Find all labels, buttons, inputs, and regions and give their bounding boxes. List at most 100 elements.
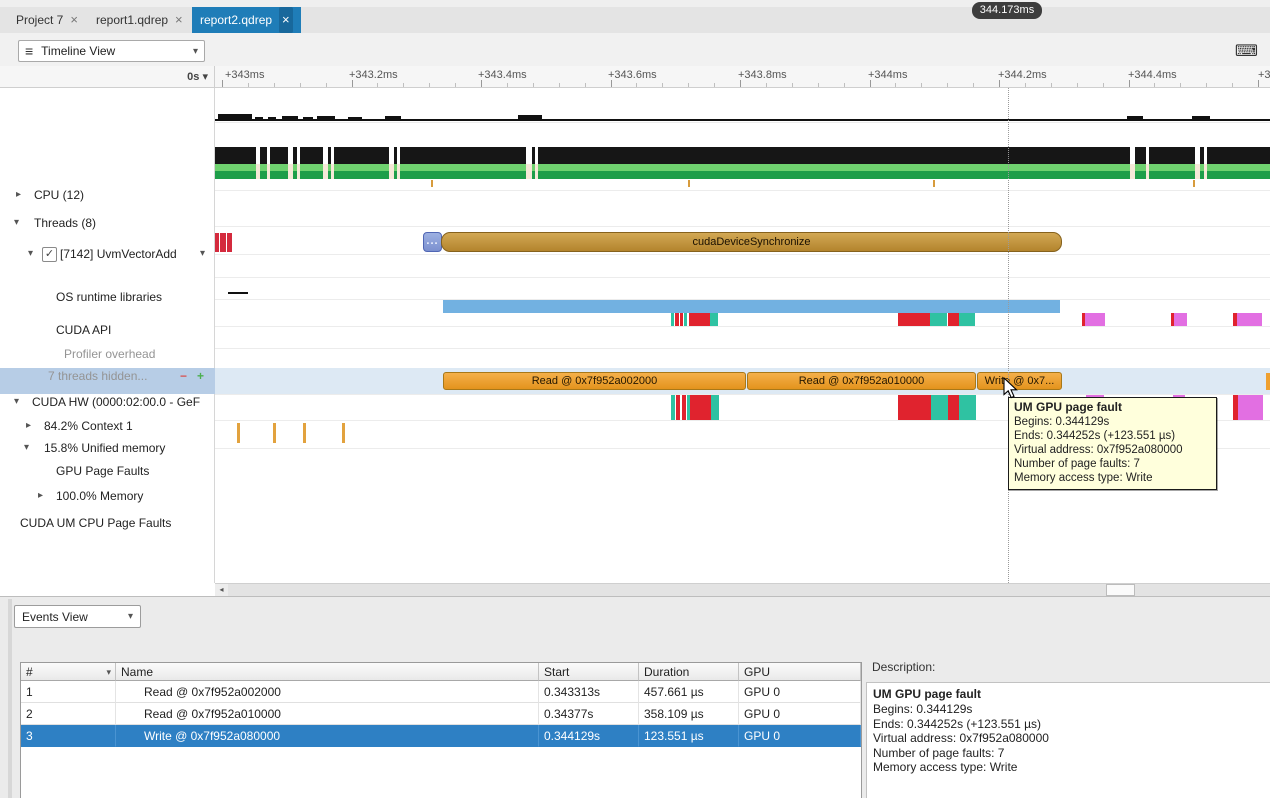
sidebar-item-threads-8[interactable]: ▾Threads (8) xyxy=(0,215,214,231)
sidebar-item-cuda-api[interactable]: CUDA API xyxy=(0,322,214,338)
thread-checkbox[interactable]: ✓ xyxy=(42,247,57,262)
ruler-tick-mark xyxy=(1154,83,1155,87)
table-cell[interactable]: Read @ 0x7f952a010000 xyxy=(116,703,539,725)
ruler-tick-mark xyxy=(377,83,378,87)
timeline-canvas[interactable]: ...cudaDeviceSynchronize Read @ 0x7f952a0… xyxy=(215,88,1270,583)
sidebar-item-100-0-memory[interactable]: ▸100.0% Memory xyxy=(0,488,214,504)
ruler-tick-label: +343.6ms xyxy=(608,69,657,81)
events-view-selector[interactable]: Events View ▾ xyxy=(14,605,141,628)
timeline-event-bar[interactable]: ... xyxy=(423,232,442,252)
table-cell[interactable]: 0.344129s xyxy=(539,725,639,747)
timeline-segment xyxy=(317,116,335,121)
scroll-left-arrow-icon[interactable]: ◂ xyxy=(215,584,228,596)
sidebar-item-profiler-overhead[interactable]: Profiler overhead xyxy=(0,346,214,362)
remove-threads-icon[interactable]: − xyxy=(180,368,187,384)
timeline-view-selector[interactable]: ≡ Timeline View ▾ xyxy=(18,40,205,62)
sidebar-item-15-8-unified-memory[interactable]: ▾15.8% Unified memory xyxy=(0,440,214,456)
ruler-tick-mark xyxy=(1051,83,1052,87)
sidebar-item-7142-uvmvectoradd[interactable]: ▾✓[7142] UvmVectorAdd▾ xyxy=(0,246,214,262)
column-header-duration[interactable]: Duration xyxy=(639,663,739,681)
table-cell[interactable]: 123.551 µs xyxy=(639,725,739,747)
ruler-tick-mark xyxy=(1025,83,1026,87)
tree-expand-icon[interactable]: ▸ xyxy=(38,488,43,504)
tree-collapse-icon[interactable]: ▾ xyxy=(24,440,29,456)
table-cell[interactable]: 1 xyxy=(21,681,116,703)
nsight-systems-window: Project 7 × report1.qdrep× report2.qdrep×… xyxy=(0,0,1270,798)
scrollbar-thumb[interactable] xyxy=(1106,584,1135,596)
chevron-down-icon[interactable]: ▾ xyxy=(200,246,205,262)
sort-indicator-icon[interactable]: ▾ xyxy=(106,663,111,681)
table-cell[interactable]: Write @ 0x7f952a080000 xyxy=(116,725,539,747)
keyboard-icon[interactable]: ⌨ xyxy=(1235,41,1258,61)
ruler-tick-mark xyxy=(999,80,1000,87)
sidebar-item-label: CPU (12) xyxy=(34,187,84,203)
sidebar-item-cuda-um-cpu-page-faults[interactable]: CUDA UM CPU Page Faults xyxy=(0,515,214,531)
tab-label: Project 7 xyxy=(16,13,63,27)
timeline-segment xyxy=(397,147,400,164)
ruler-tick-mark xyxy=(300,83,301,87)
timeline-event-bar[interactable]: Read @ 0x7f952a010000 xyxy=(747,372,976,390)
sidebar-item-label: CUDA API xyxy=(56,322,111,338)
table-cell[interactable]: 0.34377s xyxy=(539,703,639,725)
timeline-segment xyxy=(710,313,718,326)
ruler-tick-mark xyxy=(326,83,327,87)
column-header-[interactable]: #▾ xyxy=(21,663,116,681)
sidebar-item-7-threads-hidden[interactable]: 7 threads hidden...−+ xyxy=(0,368,214,384)
ruler-tick-mark xyxy=(1103,83,1104,87)
page-fault-tooltip: UM GPU page fault Begins: 0.344129sEnds:… xyxy=(1008,397,1217,490)
sidebar-item-cuda-hw-0000-02-00-0-gef[interactable]: ▾CUDA HW (0000:02:00.0 - GeF xyxy=(0,394,214,410)
close-icon[interactable]: × xyxy=(70,7,78,33)
tree-expand-icon[interactable]: ▸ xyxy=(26,418,31,434)
horizontal-scrollbar[interactable]: ◂ xyxy=(215,583,1270,596)
timeline-segment xyxy=(348,117,362,121)
timeline-segment xyxy=(676,395,680,420)
sidebar-item-cpu-12[interactable]: ▸ CPU (12) xyxy=(0,187,214,203)
timeline-segment xyxy=(267,164,270,179)
timeline-segment xyxy=(218,114,252,121)
table-cell[interactable]: 2 xyxy=(21,703,116,725)
table-row[interactable]: 2Read @ 0x7f952a0100000.34377s358.109 µs… xyxy=(21,703,861,725)
timeline-event-bar[interactable]: Read @ 0x7f952a002000 xyxy=(443,372,746,390)
ruler-tick-label: +343.4ms xyxy=(478,69,527,81)
close-icon[interactable]: × xyxy=(279,7,293,33)
tree-collapse-icon[interactable]: ▾ xyxy=(14,394,19,410)
ruler-origin[interactable]: 0s ▾ xyxy=(0,66,215,88)
timeline-event-bar[interactable]: Write @ 0x7... xyxy=(977,372,1062,390)
row-separator xyxy=(215,348,1270,349)
close-icon[interactable]: × xyxy=(175,7,183,33)
timeline-segment xyxy=(526,147,532,164)
table-cell[interactable]: GPU 0 xyxy=(739,725,861,747)
column-header-start[interactable]: Start xyxy=(539,663,639,681)
sidebar-item-gpu-page-faults[interactable]: GPU Page Faults xyxy=(0,463,214,479)
tree-collapse-icon[interactable]: ▾ xyxy=(28,246,33,262)
timeline-segment xyxy=(331,147,334,164)
table-cell[interactable]: GPU 0 xyxy=(739,703,861,725)
timeline-segment xyxy=(215,233,219,252)
tab-project[interactable]: Project 7 × xyxy=(8,7,86,33)
add-threads-icon[interactable]: + xyxy=(197,368,204,384)
table-row[interactable]: 1Read @ 0x7f952a0020000.343313s457.661 µ… xyxy=(21,681,861,703)
table-cell[interactable]: 457.661 µs xyxy=(639,681,739,703)
events-table[interactable]: #▾NameStartDurationGPU1Read @ 0x7f952a00… xyxy=(20,662,862,798)
tree-collapse-icon[interactable]: ▾ xyxy=(14,215,19,231)
table-cell[interactable]: 3 xyxy=(21,725,116,747)
tab-report2-active[interactable]: report2.qdrep× xyxy=(192,7,301,33)
column-header-name[interactable]: Name xyxy=(116,663,539,681)
timeline-segment xyxy=(288,164,293,179)
column-header-gpu[interactable]: GPU xyxy=(739,663,861,681)
timeline-segment xyxy=(268,117,276,121)
table-row[interactable]: 3Write @ 0x7f952a0800000.344129s123.551 … xyxy=(21,725,861,747)
timeline-segment xyxy=(1193,180,1195,187)
table-cell[interactable]: 0.343313s xyxy=(539,681,639,703)
table-cell[interactable]: Read @ 0x7f952a002000 xyxy=(116,681,539,703)
tooltip-line: Memory access type: Write xyxy=(1014,471,1210,485)
sidebar-item-84-2-context-1[interactable]: ▸84.2% Context 1 xyxy=(0,418,214,434)
ruler-tick-mark xyxy=(222,80,223,87)
timeline-event-bar[interactable]: cudaDeviceSynchronize xyxy=(441,232,1062,252)
sidebar-item-os-runtime-libraries[interactable]: OS runtime libraries xyxy=(0,289,214,305)
tree-expand-icon[interactable]: ▸ xyxy=(16,187,21,203)
tab-report1[interactable]: report1.qdrep× xyxy=(88,7,191,33)
table-cell[interactable]: 358.109 µs xyxy=(639,703,739,725)
table-cell[interactable]: GPU 0 xyxy=(739,681,861,703)
ruler-tick-mark xyxy=(248,83,249,87)
